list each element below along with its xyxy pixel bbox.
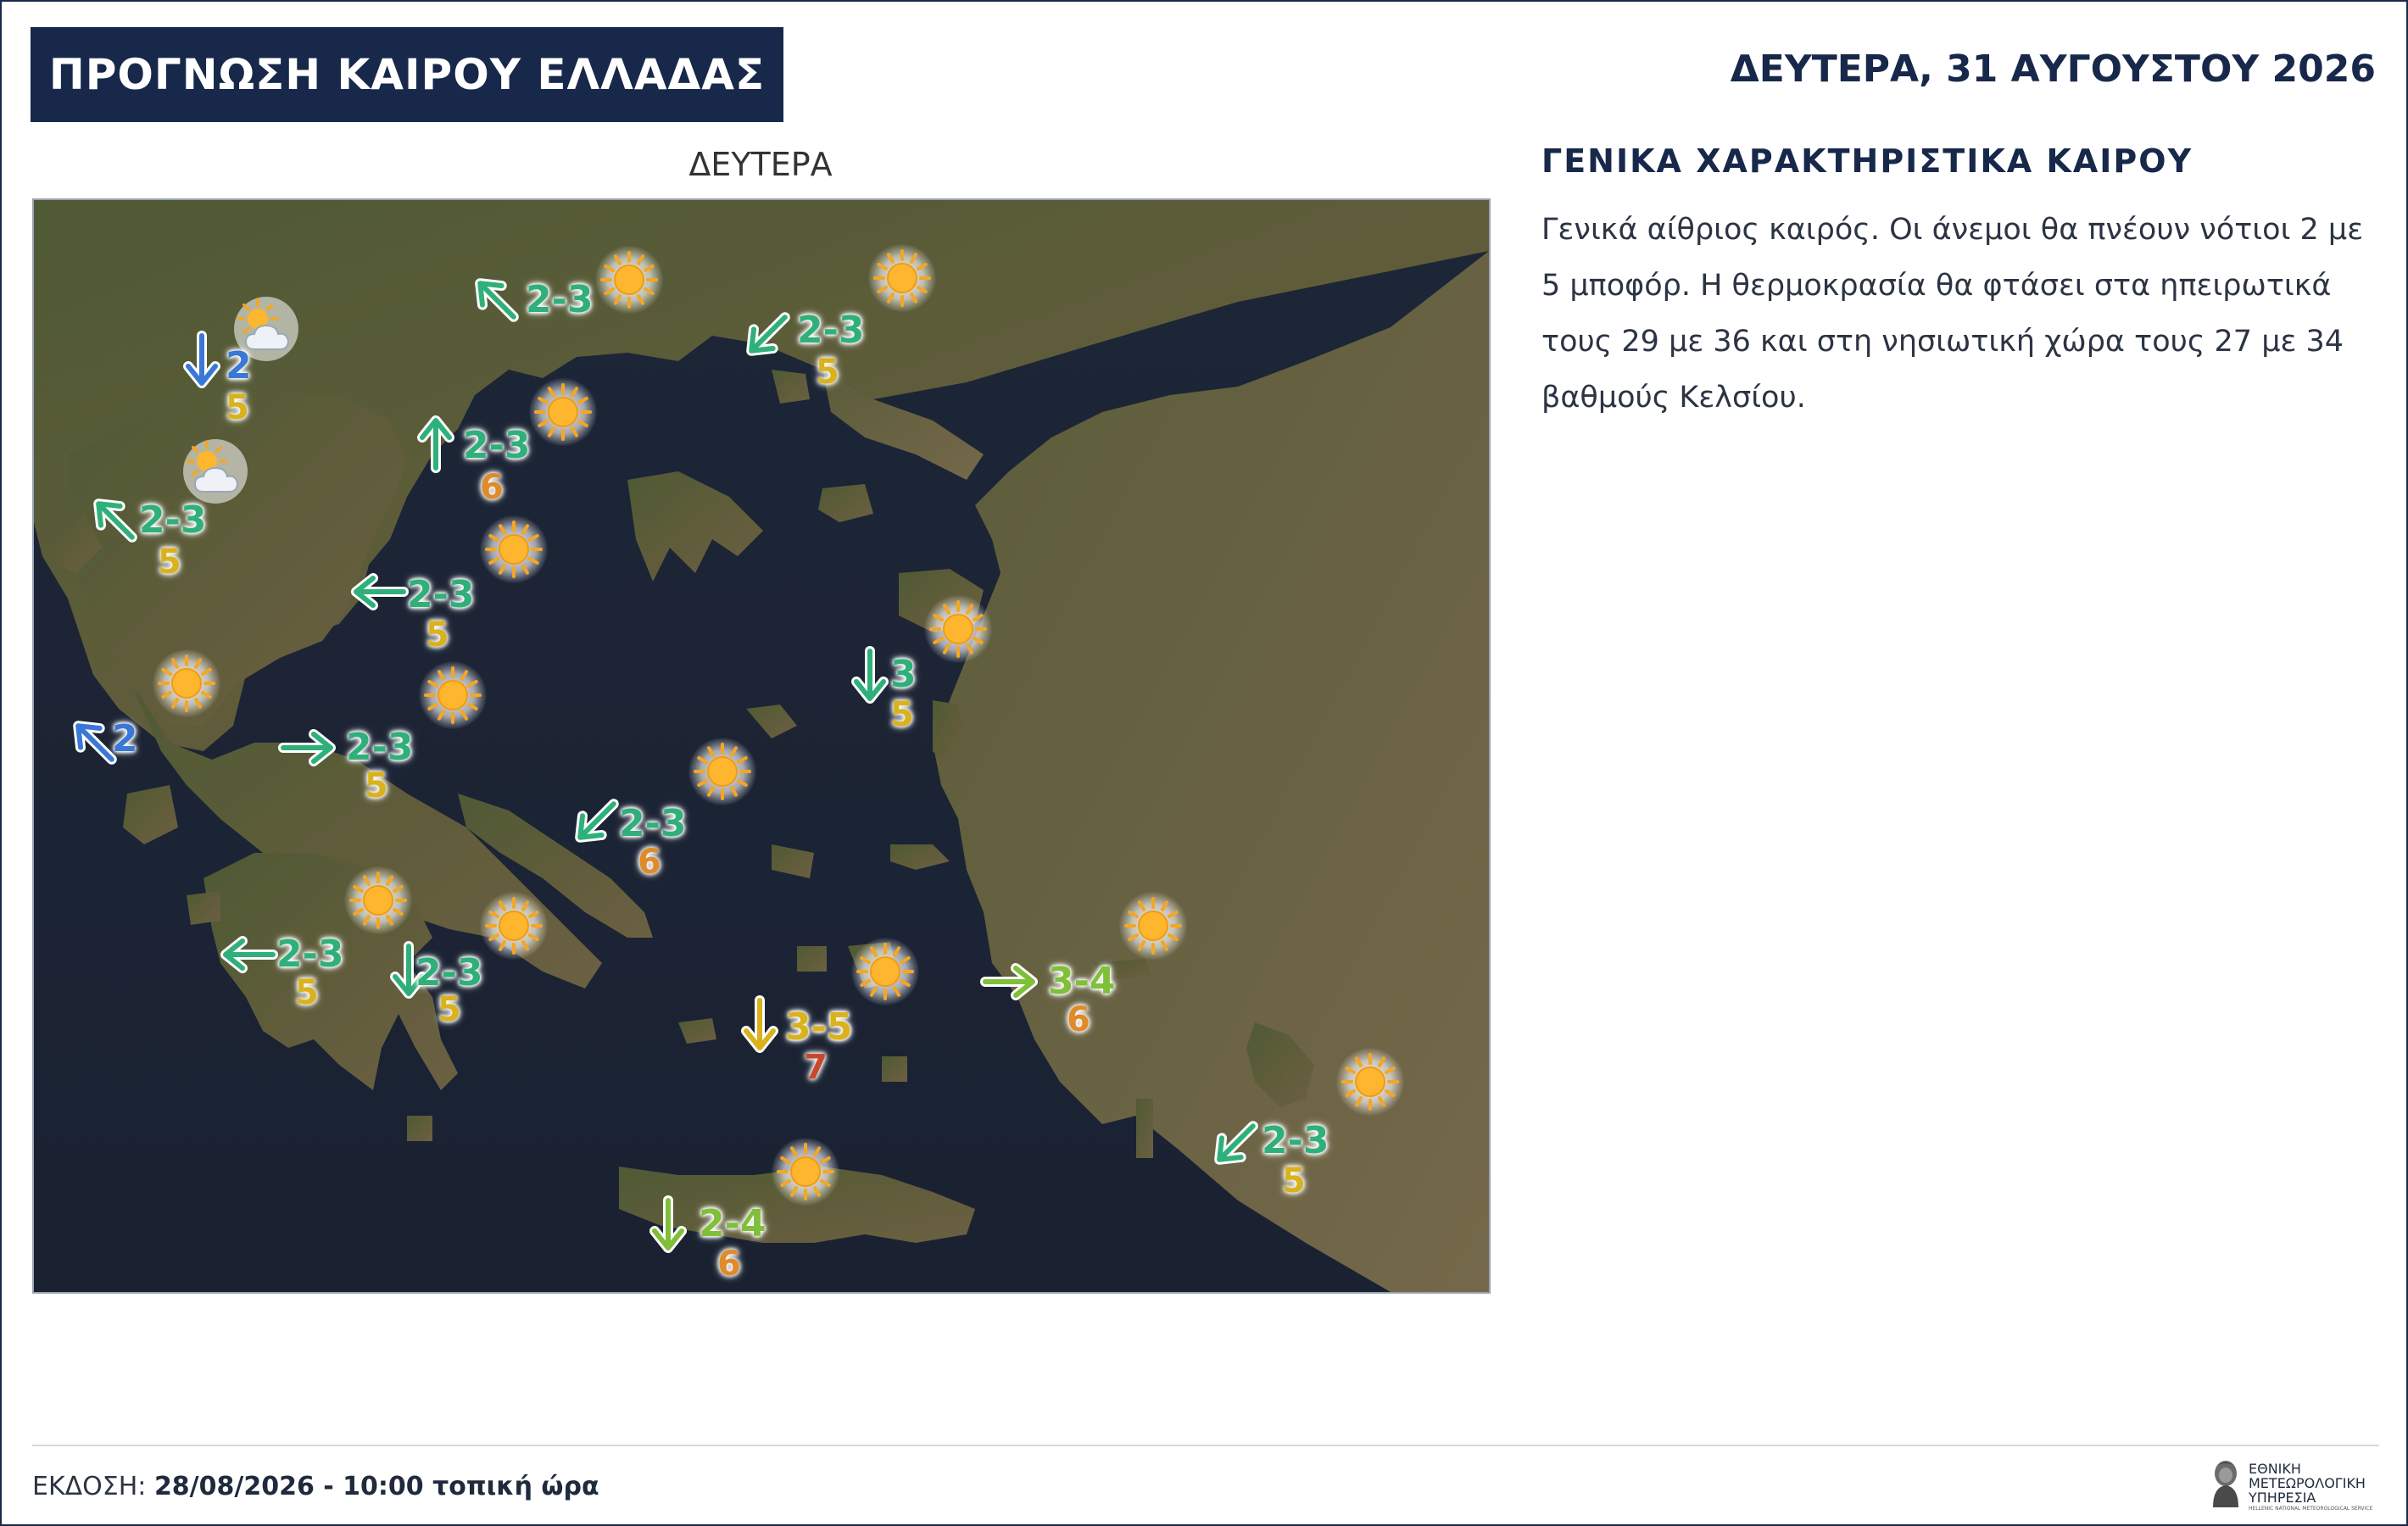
wind-arrow-icon <box>348 560 412 624</box>
page-title: ΠΡΟΓΝΩΣΗ ΚΑΙΡΟΥ ΕΛΛΑΔΑΣ <box>31 27 783 122</box>
land-kythira <box>407 1116 432 1141</box>
wind-arrow-icon <box>275 716 339 780</box>
forecast-page: ΠΡΟΓΝΩΣΗ ΚΑΙΡΟΥ ΕΛΛΑΔΑΣ ΔΕΥΤΕΡΑ, 31 ΑΥΓΟ… <box>0 0 2408 1526</box>
page-title-text: ΠΡΟΓΝΩΣΗ ΚΑΙΡΟΥ ΕΛΛΑΔΑΣ <box>48 50 766 99</box>
wind-beaufort-label: 3-4 <box>1048 960 1116 1003</box>
sun-icon <box>480 515 548 583</box>
wind-arrow-icon <box>404 412 468 476</box>
wind-beaufort-label: 2-3 <box>619 802 687 845</box>
land-paros <box>797 946 827 972</box>
station-value-label: 5 <box>816 353 839 392</box>
wind-beaufort-label: 2-3 <box>526 278 594 321</box>
station-value-label: 5 <box>365 766 388 805</box>
wind-arrow-icon <box>736 302 800 366</box>
station-value-label: 6 <box>638 843 661 882</box>
sun-icon <box>851 938 919 1005</box>
wind-arrow-icon <box>727 992 792 1056</box>
wind-beaufort-label: 2-3 <box>1262 1119 1329 1162</box>
issue-info: ΕΚΔΟΣΗ: 28/08/2026 - 10:00 τοπική ώρα <box>32 1472 599 1501</box>
station-value-label: 6 <box>480 468 504 507</box>
wind-beaufort-label: 2 <box>226 344 252 387</box>
sun-icon <box>772 1138 839 1206</box>
wind-beaufort-label: 2-3 <box>407 573 475 616</box>
sun-icon <box>419 661 487 729</box>
wind-beaufort-label: 2-4 <box>699 1202 766 1245</box>
station-value-label: 6 <box>717 1245 741 1284</box>
general-heading: ΓΕΝΙΚΑ ΧΑΡΑΚΤΗΡΙΣΤΙΚΑ ΚΑΙΡΟΥ <box>1541 142 2193 180</box>
wind-arrow-icon <box>83 488 148 553</box>
issue-value: 28/08/2026 - 10:00 τοπική ώρα <box>153 1472 599 1501</box>
hnms-logo: ΕΘΝΙΚΗ ΜΕΤΕΩΡΟΛΟΓΙΚΗ ΥΠΗΡΕΣΙΑ HELLENIC N… <box>2206 1458 2384 1512</box>
wind-beaufort-label: 2-3 <box>346 726 414 769</box>
general-description: Γενικά αίθριος καιρός. Οι άνεμοι θα πνέο… <box>1541 213 2364 415</box>
wind-arrow-icon <box>170 327 234 392</box>
sun-icon <box>480 892 548 960</box>
wind-beaufort-label: 2-3 <box>276 933 344 976</box>
bust-logo-icon <box>2213 1461 2238 1507</box>
logo-subtitle: HELLENIC NATIONAL METEOROLOGICAL SERVICE <box>2249 1506 2373 1512</box>
wind-beaufort-label: 2-3 <box>415 951 483 994</box>
station-value-label: 5 <box>438 990 461 1029</box>
station-value-label: 5 <box>158 543 181 582</box>
logo-text: ΕΘΝΙΚΗ ΜΕΤΕΩΡΟΛΟΓΙΚΗ ΥΠΗΡΕΣΙΑ <box>2249 1462 2366 1505</box>
station-value-label: 5 <box>426 615 449 654</box>
wind-arrow-icon <box>977 950 1041 1014</box>
greece-forecast-map: 2-3 2-3 5 25 2-3 6 2-3 5 2-3 5 3 5 2 2-3… <box>32 198 1491 1294</box>
wind-arrow-icon <box>217 922 281 987</box>
sun-icon <box>924 595 992 663</box>
wind-beaufort-label: 2-3 <box>463 424 531 467</box>
wind-beaufort-label: 2 <box>112 717 138 760</box>
sun-icon <box>595 246 663 314</box>
footer-divider <box>32 1445 2379 1446</box>
wind-beaufort-label: 2-3 <box>139 498 207 542</box>
sun-icon <box>344 866 412 934</box>
logo-line-1: ΕΘΝΙΚΗ <box>2249 1461 2301 1477</box>
forecast-date: ΔΕΥΤΕΡΑ, 31 ΑΥΓΟΥΣΤΟΥ 2026 <box>1730 47 2376 91</box>
sun-icon <box>529 378 597 446</box>
land-santorini <box>882 1056 907 1082</box>
station-value-label: 5 <box>295 973 319 1012</box>
wind-beaufort-label: 3 <box>890 653 917 696</box>
station-value-label: 5 <box>1282 1161 1306 1200</box>
wind-arrow-icon <box>465 268 529 332</box>
logo-line-3: ΥΠΗΡΕΣΙΑ <box>2249 1490 2316 1506</box>
wind-beaufort-label: 3-5 <box>785 1005 853 1049</box>
wind-beaufort-label: 2-3 <box>797 309 865 352</box>
sun-icon <box>153 649 220 717</box>
land-karpathos <box>1136 1099 1153 1158</box>
issue-label: ΕΚΔΟΣΗ: <box>32 1472 147 1501</box>
station-value-label: 5 <box>890 695 914 734</box>
station-value-label: 6 <box>1067 1000 1090 1039</box>
station-value-label: 5 <box>226 388 249 427</box>
map-day-label: ΔΕΥΤΕΡΑ <box>688 146 833 183</box>
sun-icon <box>688 738 756 805</box>
station-value-label: 7 <box>804 1048 828 1087</box>
sun-icon <box>1336 1048 1404 1116</box>
wind-arrow-icon <box>636 1192 700 1256</box>
wind-arrow-icon <box>1204 1111 1268 1175</box>
logo-line-2: ΜΕΤΕΩΡΟΛΟΓΙΚΗ <box>2249 1475 2366 1491</box>
sun-icon <box>1119 892 1187 960</box>
land-zakynthos <box>187 891 220 925</box>
sun-icon <box>868 244 936 312</box>
